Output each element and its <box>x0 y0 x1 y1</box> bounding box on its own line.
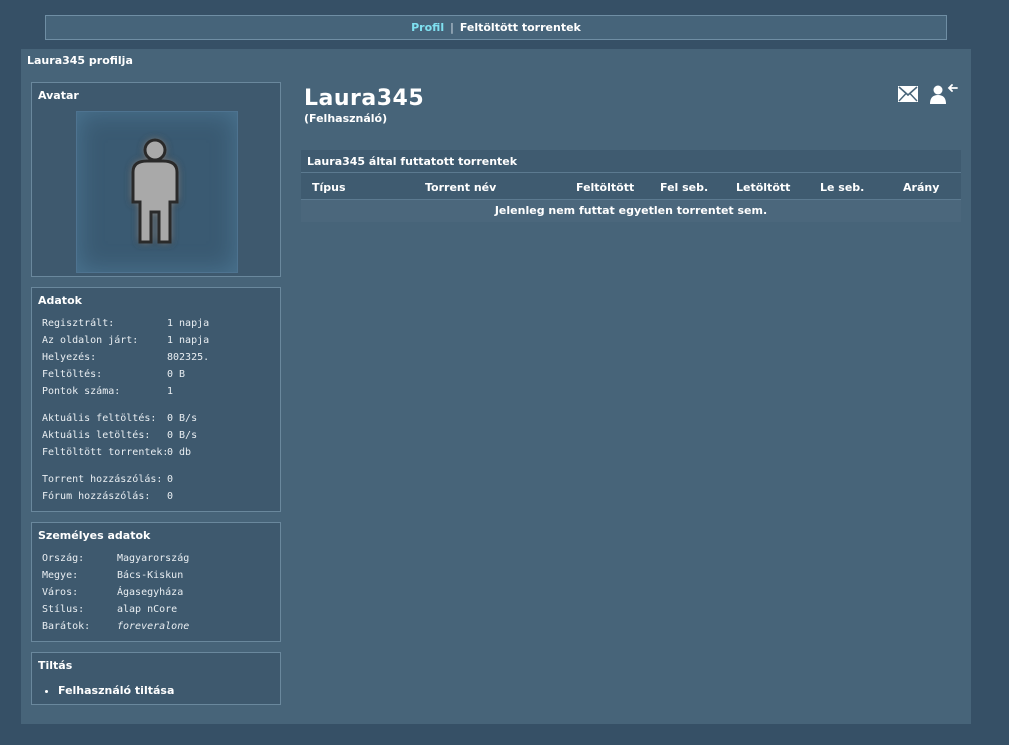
data-label: Helyezés: <box>42 352 97 363</box>
ban-list: Felhasználó tiltása <box>44 684 174 697</box>
column-header-name[interactable]: Torrent név <box>425 181 496 194</box>
data-value: 1 napja <box>167 335 210 346</box>
data-label: Az oldalon járt: <box>42 335 139 346</box>
personal-box-title: Személyes adatok <box>38 529 151 542</box>
data-label: Aktuális feltöltés: <box>42 413 157 424</box>
data-box: Adatok Regisztrált: 1 napja Az oldalon j… <box>31 287 281 512</box>
column-header-type[interactable]: Típus <box>312 181 346 194</box>
nav-separator: | <box>450 21 454 34</box>
personal-data-box: Személyes adatok Ország: Magyarország Me… <box>31 522 281 642</box>
table-header-row: Típus Torrent név Feltöltött Fel seb. Le… <box>301 173 961 200</box>
data-label: Torrent hozzászólás: <box>42 474 163 485</box>
data-value: 0 <box>167 474 174 485</box>
column-header-downloaded[interactable]: Letöltött <box>736 181 790 194</box>
page-title: Laura345 profilja <box>27 54 133 67</box>
envelope-icon[interactable] <box>898 86 918 102</box>
data-label: Pontok száma: <box>42 386 121 397</box>
profile-role: (Felhasználó) <box>304 112 388 125</box>
add-friend-icon[interactable] <box>930 84 960 104</box>
data-label: Feltöltés: <box>42 369 103 380</box>
profile-username: Laura345 <box>304 86 425 111</box>
empty-message: Jelenleg nem futtat egyetlen torrentet s… <box>301 200 961 222</box>
default-avatar-icon <box>131 138 179 244</box>
column-header-uploaded[interactable]: Feltöltött <box>576 181 634 194</box>
data-label: Aktuális letöltés: <box>42 430 151 441</box>
data-value: 1 <box>167 386 174 397</box>
personal-label: Barátok: <box>42 621 91 632</box>
torrents-table: Laura345 által futtatott torrentek Típus… <box>301 150 961 222</box>
personal-label: Ország: <box>42 553 85 564</box>
personal-value: Ágasegyháza <box>117 587 184 598</box>
column-header-download-speed[interactable]: Le seb. <box>820 181 864 194</box>
nav-link-profile[interactable]: Profil <box>411 21 444 34</box>
nav-link-uploaded-torrents[interactable]: Feltöltött torrentek <box>460 21 581 34</box>
ban-box-title: Tiltás <box>38 659 73 672</box>
profile-panel: Laura345 profilja Avatar Adatok Regisztr… <box>21 49 971 724</box>
data-value: 802325. <box>167 352 210 363</box>
personal-value: alap nCore <box>117 604 178 615</box>
column-header-upload-speed[interactable]: Fel seb. <box>660 181 708 194</box>
avatar-box-title: Avatar <box>38 89 79 102</box>
personal-label: Város: <box>42 587 79 598</box>
torrents-table-header: Laura345 által futtatott torrentek <box>301 150 961 173</box>
ban-box: Tiltás Felhasználó tiltása <box>31 652 281 705</box>
personal-value: Magyarország <box>117 553 190 564</box>
torrents-table-title: Laura345 által futtatott torrentek <box>307 155 518 168</box>
personal-label: Stílus: <box>42 604 85 615</box>
ban-user-link[interactable]: Felhasználó tiltása <box>58 684 174 697</box>
friend-link[interactable]: foreveralone <box>117 621 189 632</box>
data-label: Feltöltött torrentek: <box>42 447 169 458</box>
top-navigation: Profil | Feltöltött torrentek <box>45 15 947 40</box>
avatar <box>76 111 238 273</box>
data-label: Fórum hozzászólás: <box>42 491 151 502</box>
data-value: 0 B/s <box>167 413 198 424</box>
data-value: 0 B/s <box>167 430 198 441</box>
data-value: 0 B <box>167 369 186 380</box>
data-value: 0 <box>167 491 174 502</box>
column-header-ratio[interactable]: Arány <box>903 181 939 194</box>
data-label: Regisztrált: <box>42 318 115 329</box>
avatar-box: Avatar <box>31 82 281 277</box>
data-value: 1 napja <box>167 318 210 329</box>
personal-value: Bács-Kiskun <box>117 570 184 581</box>
data-value: 0 db <box>167 447 192 458</box>
data-box-title: Adatok <box>38 294 82 307</box>
personal-label: Megye: <box>42 570 79 581</box>
